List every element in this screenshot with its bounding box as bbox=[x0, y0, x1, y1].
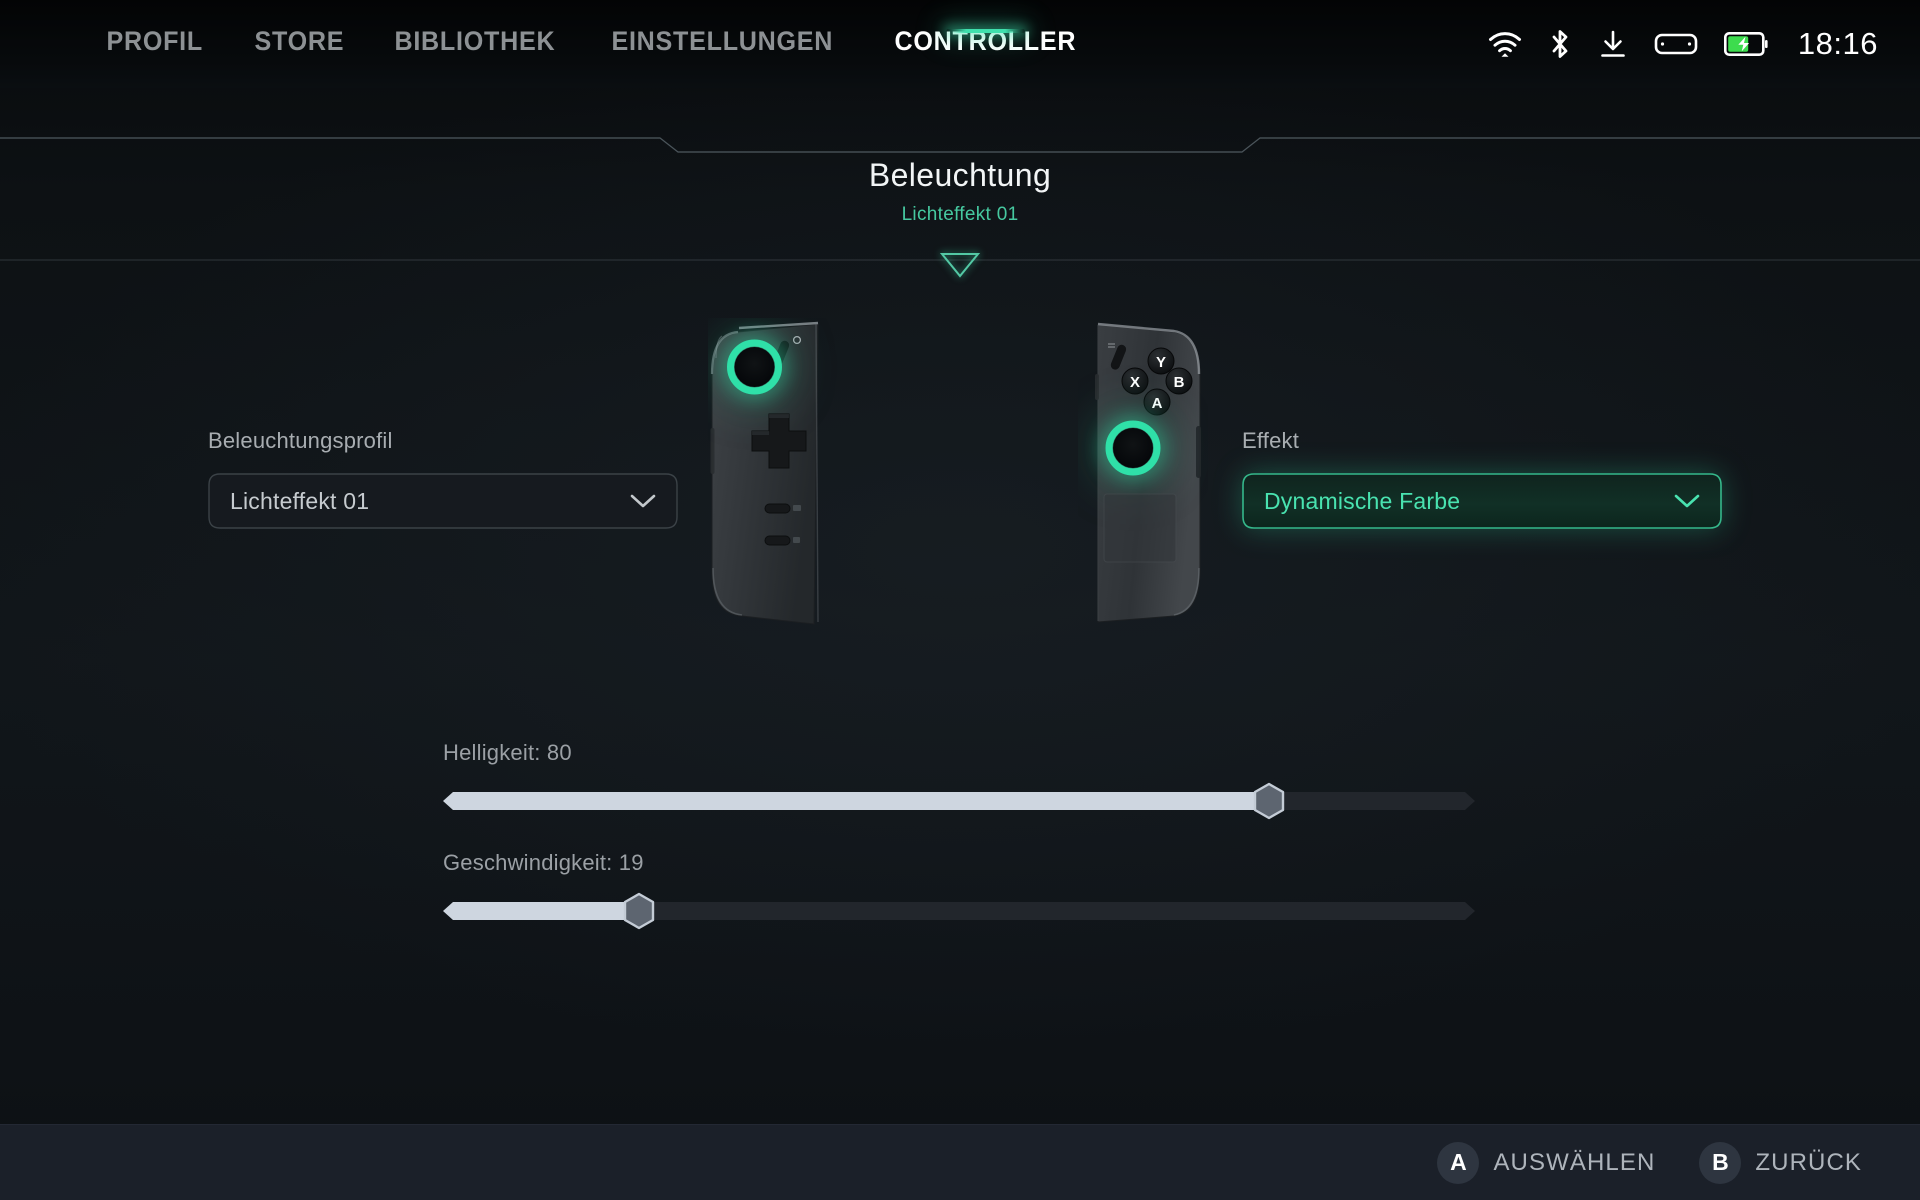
hint-back[interactable]: B ZURÜCK bbox=[1699, 1141, 1862, 1184]
lighting-profile-value: Lichteffekt 01 bbox=[230, 487, 370, 514]
nav-item-label: STORE bbox=[254, 26, 345, 56]
slider-group: Helligkeit: 80 Geschwindigkeit: 19 bbox=[0, 740, 1920, 960]
brightness-track[interactable] bbox=[443, 784, 1475, 818]
nav-item-profil[interactable]: PROFIL bbox=[86, 0, 223, 55]
header-frame-line-bottom bbox=[0, 253, 1920, 278]
right-joycon: Y X B A bbox=[1095, 322, 1201, 623]
speed-label: Geschwindigkeit: 19 bbox=[443, 850, 644, 875]
hint-select[interactable]: A AUSWÄHLEN bbox=[1437, 1141, 1656, 1184]
screen-root: PROFIL STORE BIBLIOTHEK EINSTELLUNGEN CO… bbox=[0, 0, 1920, 1200]
main-nav: PROFIL STORE BIBLIOTHEK EINSTELLUNGEN CO… bbox=[86, 0, 1113, 88]
svg-text:B: B bbox=[1174, 374, 1185, 391]
footer-hint-bar: A AUSWÄHLEN B ZURÜCK bbox=[0, 1124, 1920, 1200]
handheld-device-icon bbox=[1654, 33, 1698, 55]
top-navigation-bar: PROFIL STORE BIBLIOTHEK EINSTELLUNGEN CO… bbox=[0, 0, 1920, 88]
effect-group: Effekt Dynamische Farbe bbox=[1242, 428, 1722, 529]
left-joycon bbox=[710, 321, 819, 625]
nav-item-bibliothek[interactable]: BIBLIOTHEK bbox=[374, 0, 576, 55]
svg-text:A: A bbox=[1152, 395, 1163, 412]
chevron-down-icon[interactable] bbox=[1674, 493, 1700, 509]
svg-text:Y: Y bbox=[1156, 354, 1166, 371]
status-tray: 18:16 bbox=[1488, 0, 1878, 88]
svg-text:X: X bbox=[1130, 374, 1140, 391]
button-a-badge: A bbox=[1437, 1141, 1480, 1184]
speed-thumb[interactable] bbox=[622, 892, 656, 930]
page-subtitle: Lichteffekt 01 bbox=[901, 204, 1019, 225]
nav-item-controller[interactable]: CONTROLLER bbox=[874, 0, 1097, 55]
hint-back-label: ZURÜCK bbox=[1755, 1148, 1862, 1176]
lighting-profile-label: Beleuchtungsprofil bbox=[208, 428, 393, 453]
header-frame-line-top bbox=[0, 137, 1920, 153]
right-stick-ring bbox=[1105, 420, 1161, 476]
section-header: Beleuchtung Lichteffekt 01 bbox=[0, 130, 1920, 278]
button-a: A bbox=[1143, 388, 1171, 416]
left-stick-ring bbox=[727, 339, 782, 395]
speed-slider-block: Geschwindigkeit: 19 bbox=[0, 850, 1920, 932]
effect-dropdown[interactable]: Dynamische Farbe bbox=[1242, 473, 1722, 529]
button-b: B bbox=[1165, 367, 1193, 395]
nav-item-label: EINSTELLUNGEN bbox=[611, 26, 834, 56]
nav-item-store[interactable]: STORE bbox=[234, 0, 365, 55]
lighting-profile-dropdown[interactable]: Lichteffekt 01 bbox=[208, 473, 678, 529]
speed-track[interactable] bbox=[443, 894, 1475, 928]
brightness-slider[interactable] bbox=[443, 782, 1475, 820]
brightness-slider-block: Helligkeit: 80 bbox=[0, 740, 1920, 822]
effect-label: Effekt bbox=[1242, 428, 1300, 453]
brightness-label: Helligkeit: 80 bbox=[443, 740, 572, 765]
lighting-profile-group: Beleuchtungsprofil Lichteffekt 01 bbox=[208, 428, 678, 529]
hint-select-label: AUSWÄHLEN bbox=[1493, 1148, 1656, 1176]
effect-value: Dynamische Farbe bbox=[1264, 487, 1461, 514]
button-x: X bbox=[1121, 367, 1149, 395]
touchpad-area bbox=[1103, 493, 1177, 563]
download-icon bbox=[1601, 30, 1625, 57]
chevron-down-icon[interactable] bbox=[630, 493, 656, 509]
button-b-badge: B bbox=[1699, 1141, 1742, 1184]
nav-item-label: PROFIL bbox=[106, 26, 203, 56]
active-tab-indicator bbox=[946, 29, 1025, 33]
page-title: Beleuchtung bbox=[868, 157, 1052, 193]
nav-item-label: BIBLIOTHEK bbox=[394, 26, 556, 56]
speed-slider[interactable] bbox=[443, 892, 1475, 930]
nav-item-einstellungen[interactable]: EINSTELLUNGEN bbox=[591, 0, 854, 55]
clock: 18:16 bbox=[1797, 26, 1878, 61]
bluetooth-icon bbox=[1552, 30, 1568, 58]
battery-charging-icon bbox=[1723, 32, 1768, 56]
button-y: Y bbox=[1147, 347, 1175, 375]
wifi-icon bbox=[1488, 32, 1521, 57]
brightness-thumb[interactable] bbox=[1252, 782, 1286, 820]
